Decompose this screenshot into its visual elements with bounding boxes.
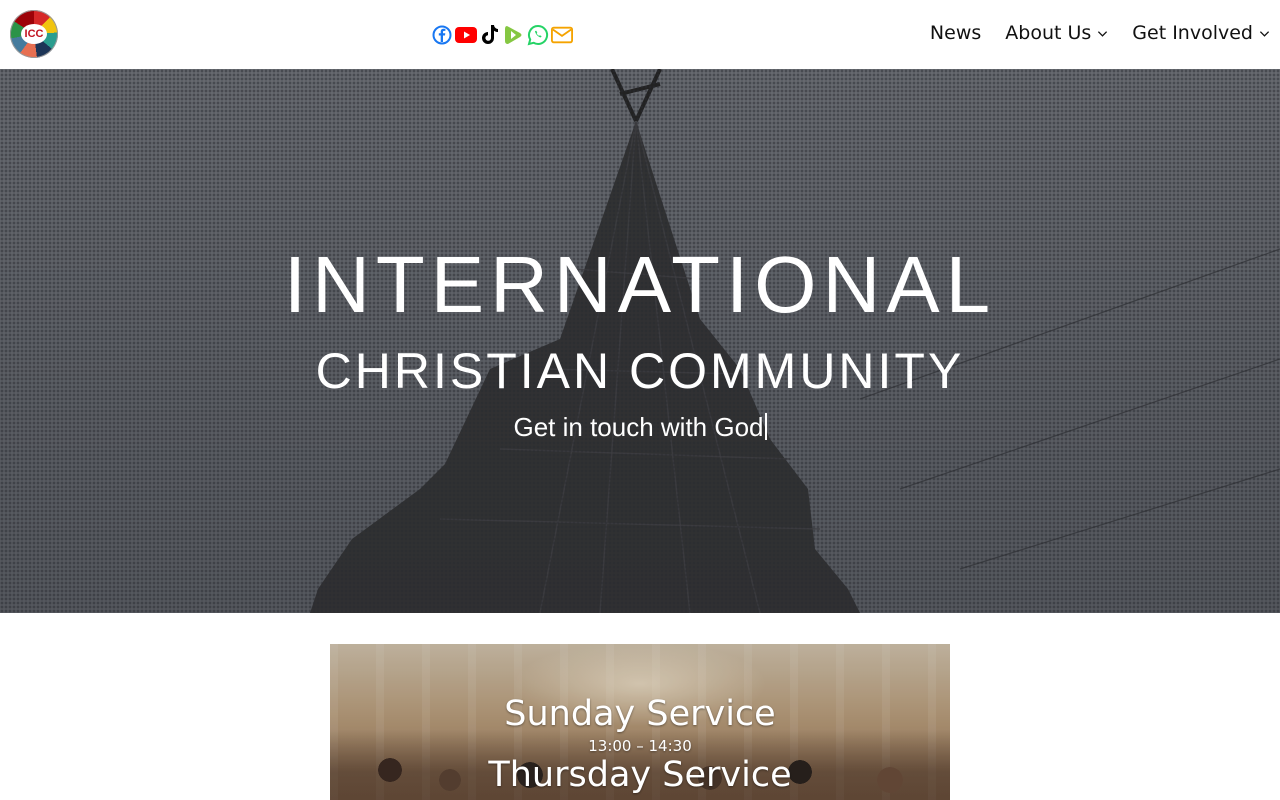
typing-caret [764, 413, 767, 440]
nav-get-involved[interactable]: Get Involved [1132, 22, 1270, 44]
hero-banner: INTERNATIONAL CHRISTIAN COMMUNITY Get in… [0, 69, 1280, 613]
email-icon[interactable] [551, 22, 573, 48]
hero-tagline: Get in touch with God [0, 412, 1280, 443]
hero-title-line2: CHRISTIAN COMMUNITY [315, 343, 965, 399]
rumble-icon[interactable] [503, 22, 525, 48]
sunday-service-title: Sunday Service [504, 694, 776, 734]
chevron-down-icon [1098, 30, 1108, 37]
tiktok-icon[interactable] [479, 22, 501, 48]
site-logo[interactable]: ICC [10, 10, 58, 58]
sunday-service-time: 13:00 – 14:30 [588, 737, 692, 755]
logo-text: ICC [21, 24, 47, 44]
site-header: ICC News About Us Get Involved [0, 0, 1280, 69]
social-links [431, 22, 573, 48]
hero-tagline-text: Get in touch with God [513, 412, 764, 442]
hero-title-line1: INTERNATIONAL [283, 240, 997, 329]
nav-about-label: About Us [1005, 22, 1092, 44]
main-nav: News About Us Get Involved [930, 22, 1270, 44]
nav-news-label: News [929, 22, 982, 44]
nav-involved-label: Get Involved [1132, 22, 1253, 44]
whatsapp-icon[interactable] [527, 22, 549, 48]
nav-about-us[interactable]: About Us [1005, 22, 1108, 44]
hero-overlay [0, 69, 1280, 613]
youtube-icon[interactable] [455, 22, 477, 48]
service-times-card: Sunday Service 13:00 – 14:30 Thursday Se… [330, 644, 950, 800]
facebook-icon[interactable] [431, 22, 453, 48]
nav-news[interactable]: News [930, 22, 981, 44]
chevron-down-icon [1259, 30, 1270, 37]
thursday-service-title: Thursday Service [488, 755, 792, 795]
